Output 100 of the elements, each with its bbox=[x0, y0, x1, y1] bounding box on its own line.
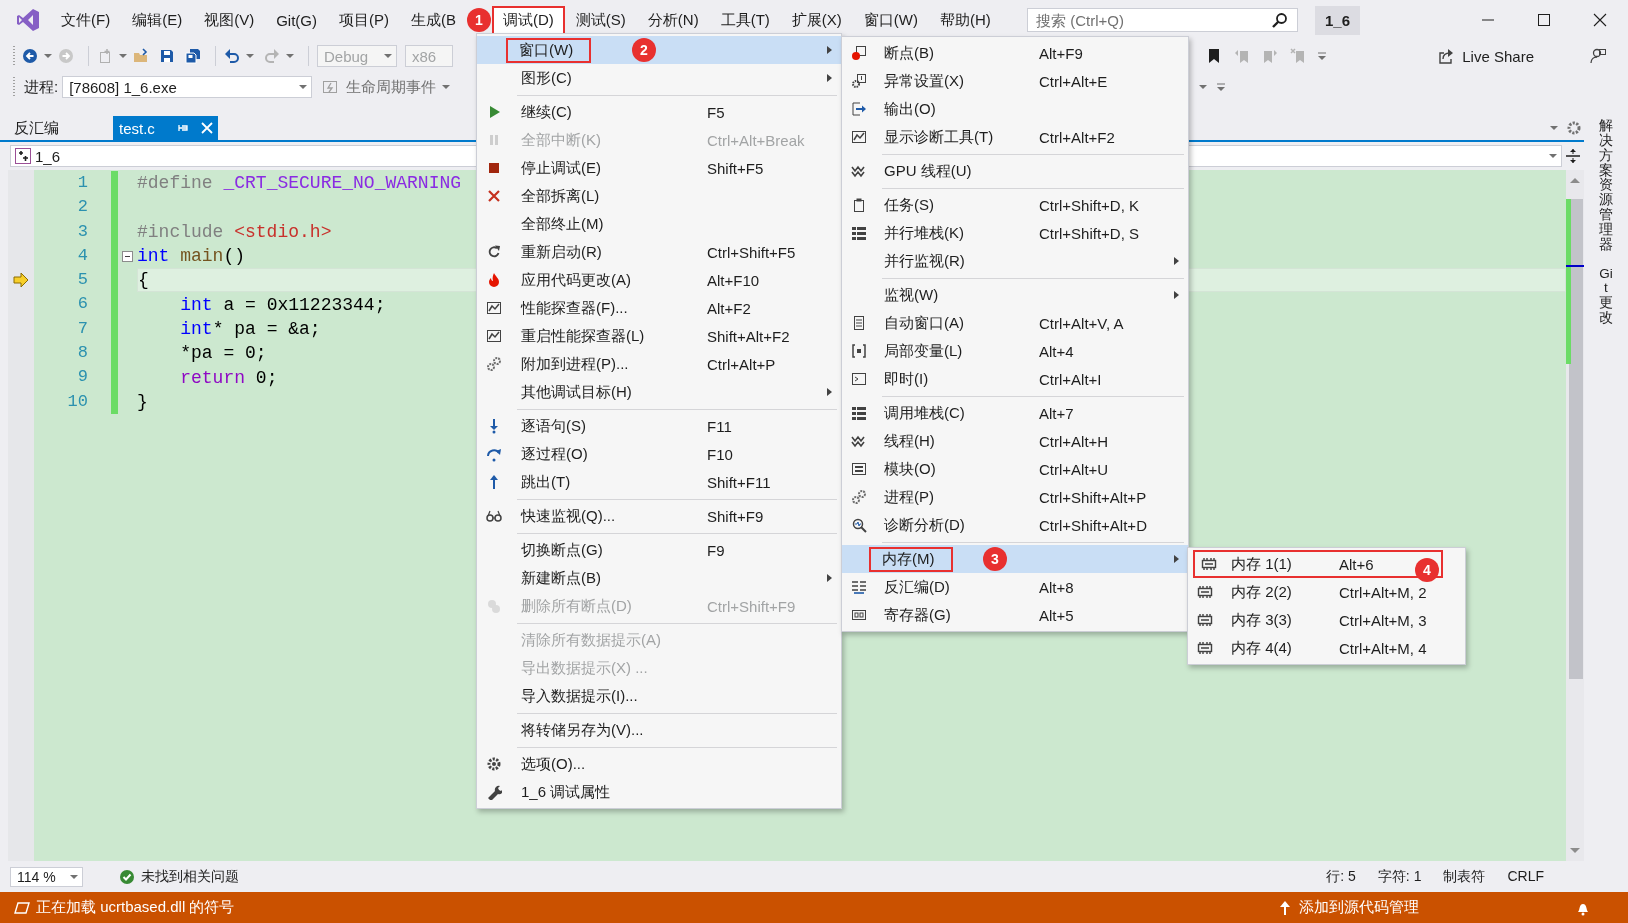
menu-item[interactable]: 继续(C) F5 bbox=[477, 98, 841, 126]
search-field[interactable]: 搜索 (Ctrl+Q) bbox=[1026, 8, 1298, 32]
shortcut-label: Shift+F11 bbox=[707, 473, 771, 491]
menu-item[interactable]: 内存(M) 3 bbox=[842, 545, 1188, 573]
line-number: 1 bbox=[76, 172, 88, 194]
menu-item[interactable]: 即时(I) Ctrl+Alt+I bbox=[842, 365, 1188, 393]
shortcut-label: Ctrl+Alt+V, A bbox=[1039, 314, 1124, 332]
menu-item[interactable]: 附加到进程(P)... Ctrl+Alt+P bbox=[477, 350, 841, 378]
shortcut-label: Ctrl+Alt+M, 2 bbox=[1339, 583, 1427, 601]
menu-item[interactable]: 新建断点(B) bbox=[477, 564, 841, 592]
menu-item[interactable]: GPU 线程(U) bbox=[842, 157, 1188, 185]
menu-item[interactable]: 停止调试(E) Shift+F5 bbox=[477, 154, 841, 182]
live-share-button[interactable]: Live Share bbox=[1434, 45, 1538, 67]
menu-item[interactable]: 局部变量(L) Alt+4 bbox=[842, 337, 1188, 365]
menu-item[interactable]: 断点(B) Alt+F9 bbox=[842, 39, 1188, 67]
shortcut-label: Alt+8 bbox=[1039, 578, 1074, 596]
menu-item[interactable]: 任务(S) Ctrl+Shift+D, K bbox=[842, 191, 1188, 219]
menu-item[interactable]: 并行监视(R) bbox=[842, 247, 1188, 275]
lifecycle-events-dropdown[interactable]: 生命周期事件 bbox=[346, 77, 451, 97]
menu-item[interactable]: 线程(H) Ctrl+Alt+H bbox=[842, 427, 1188, 455]
code-line: int* pa = &a; bbox=[179, 317, 321, 340]
source-control-button[interactable]: 添加到源代码管理 bbox=[1277, 898, 1419, 917]
shortcut-label: F11 bbox=[707, 417, 732, 435]
shortcut-label: Ctrl+Alt+M, 4 bbox=[1339, 639, 1427, 657]
combo-value: [78608] 1_6.exe bbox=[69, 78, 177, 96]
shortcut-label: Ctrl+Alt+E bbox=[1039, 72, 1108, 90]
menu-bar-item[interactable]: 测试(S) bbox=[564, 5, 637, 35]
menu-item[interactable]: 重新启动(R) Ctrl+Shift+F5 bbox=[477, 238, 841, 266]
line-number: 6 bbox=[76, 293, 88, 316]
menu-bar-item[interactable]: 分析(N) bbox=[636, 5, 710, 35]
process-dropdown[interactable]: [78608] 1_6.exe bbox=[62, 76, 313, 98]
menu-item[interactable]: 窗口(W) 2 bbox=[477, 36, 841, 64]
shortcut-label: Ctrl+Shift+Alt+D bbox=[1039, 516, 1147, 534]
menu-item[interactable]: 应用代码更改(A) Alt+F10 bbox=[477, 266, 841, 294]
shortcut-label: Ctrl+Alt+F2 bbox=[1039, 128, 1115, 146]
indent-indicator[interactable]: 制表符 bbox=[1443, 867, 1486, 886]
menu-item[interactable]: 重启性能探查器(L) Shift+Alt+F2 bbox=[477, 322, 841, 350]
menu-bar-item[interactable]: 编辑(E) bbox=[121, 5, 194, 35]
document-tab[interactable]: test.c bbox=[113, 116, 218, 140]
menu-item[interactable]: 内存 3(3) Ctrl+Alt+M, 3 bbox=[1188, 606, 1465, 634]
side-tab[interactable]: 解决方案资源管理器 bbox=[1599, 119, 1613, 253]
shortcut-label: Alt+5 bbox=[1039, 606, 1074, 624]
menu-bar-item[interactable]: 项目(P) bbox=[328, 5, 400, 35]
code-line: *pa = 0; bbox=[179, 342, 267, 365]
shortcut-label: Ctrl+Alt+I bbox=[1039, 370, 1102, 388]
menu-item[interactable]: 显示诊断工具(T) Ctrl+Alt+F2 bbox=[842, 123, 1188, 151]
menu-item[interactable]: 异常设置(X) Ctrl+Alt+E bbox=[842, 67, 1188, 95]
menu-item[interactable]: 寄存器(G) Alt+5 bbox=[842, 601, 1188, 629]
column-indicator[interactable]: 字符: 1 bbox=[1377, 867, 1422, 886]
menu-item[interactable]: 进程(P) Ctrl+Shift+Alt+P bbox=[842, 483, 1188, 511]
code-line: } bbox=[137, 390, 148, 413]
menu-item[interactable]: 将转储另存为(V)... bbox=[477, 716, 841, 744]
menu-item[interactable]: 反汇编(D) Alt+8 bbox=[842, 573, 1188, 601]
combo-value: x86 bbox=[412, 47, 437, 65]
menu-bar-item[interactable]: 帮助(H) bbox=[928, 5, 1002, 35]
menu-item[interactable]: 1_6 调试属性 bbox=[477, 778, 841, 806]
callout-badge: 1 bbox=[467, 8, 491, 32]
menu-bar-item[interactable]: 扩展(X) bbox=[780, 5, 853, 35]
menu-item[interactable]: 自动窗口(A) Ctrl+Alt+V, A bbox=[842, 309, 1188, 337]
menu-item[interactable]: 监视(W) bbox=[842, 281, 1188, 309]
menu-item[interactable]: 逐语句(S) F11 bbox=[477, 412, 841, 440]
line-ending-indicator[interactable]: CRLF bbox=[1507, 867, 1544, 886]
menu-item[interactable]: 图形(C) bbox=[477, 64, 841, 92]
menu-item[interactable]: 性能探查器(F)... Alt+F2 bbox=[477, 294, 841, 322]
menu-bar-item[interactable]: 窗口(W) bbox=[852, 5, 929, 35]
menu-item[interactable]: 导入数据提示(I)... bbox=[477, 682, 841, 710]
line-indicator[interactable]: 行: 5 bbox=[1326, 867, 1356, 886]
menu-item[interactable]: 诊断分析(D) Ctrl+Shift+Alt+D bbox=[842, 511, 1188, 539]
menu-item[interactable]: 快速监视(Q)... Shift+F9 bbox=[477, 502, 841, 530]
menu-bar-item[interactable]: 工具(T) bbox=[709, 5, 781, 35]
menu-item[interactable]: 模块(O) Ctrl+Alt+U bbox=[842, 455, 1188, 483]
menu-bar-item[interactable]: 调试(D) bbox=[492, 5, 565, 35]
combo-value: Debug bbox=[324, 47, 369, 65]
menu-bar-item[interactable]: 视图(V) bbox=[193, 5, 266, 35]
menu-item[interactable]: 切换断点(G) F9 bbox=[477, 536, 841, 564]
line-number: 4 bbox=[76, 244, 88, 267]
side-tab[interactable]: Git 更改 bbox=[1599, 266, 1613, 326]
menu-bar-item[interactable]: Git(G) bbox=[265, 6, 328, 34]
shortcut-label: Ctrl+Shift+F9 bbox=[707, 597, 796, 615]
issues-status[interactable]: 未找到相关问题 bbox=[141, 867, 239, 886]
menu-item[interactable]: 调用堆栈(C) Alt+7 bbox=[842, 399, 1188, 427]
zoom-dropdown[interactable]: 114 % bbox=[10, 866, 83, 887]
menu-bar-item[interactable]: 文件(F) bbox=[50, 5, 122, 35]
menu-item[interactable]: 全部终止(M) bbox=[477, 210, 841, 238]
menu-item[interactable]: 输出(O) bbox=[842, 95, 1188, 123]
menu-item[interactable]: 并行堆栈(K) Ctrl+Shift+D, S bbox=[842, 219, 1188, 247]
document-tab[interactable]: 反汇编 bbox=[8, 116, 113, 140]
menu-item[interactable]: 逐过程(O) F10 bbox=[477, 440, 841, 468]
menu-item[interactable]: 内存 4(4) Ctrl+Alt+M, 4 bbox=[1188, 634, 1465, 662]
code-line: #include <stdio.h> bbox=[137, 220, 332, 243]
line-number: 9 bbox=[76, 366, 88, 389]
menu-item[interactable]: 选项(O)... bbox=[477, 750, 841, 778]
menu-item[interactable]: 跳出(T) Shift+F11 bbox=[477, 468, 841, 496]
menu-bar-item[interactable]: 生成(B bbox=[400, 5, 467, 35]
menu-item[interactable]: 全部拆离(L) bbox=[477, 182, 841, 210]
shortcut-label: Ctrl+Alt+Break bbox=[707, 131, 805, 149]
shortcut-label: F5 bbox=[707, 103, 725, 121]
menu-item[interactable]: 其他调试目标(H) bbox=[477, 378, 841, 406]
code-line: return 0; bbox=[179, 366, 278, 389]
shortcut-label: Alt+7 bbox=[1039, 404, 1074, 422]
